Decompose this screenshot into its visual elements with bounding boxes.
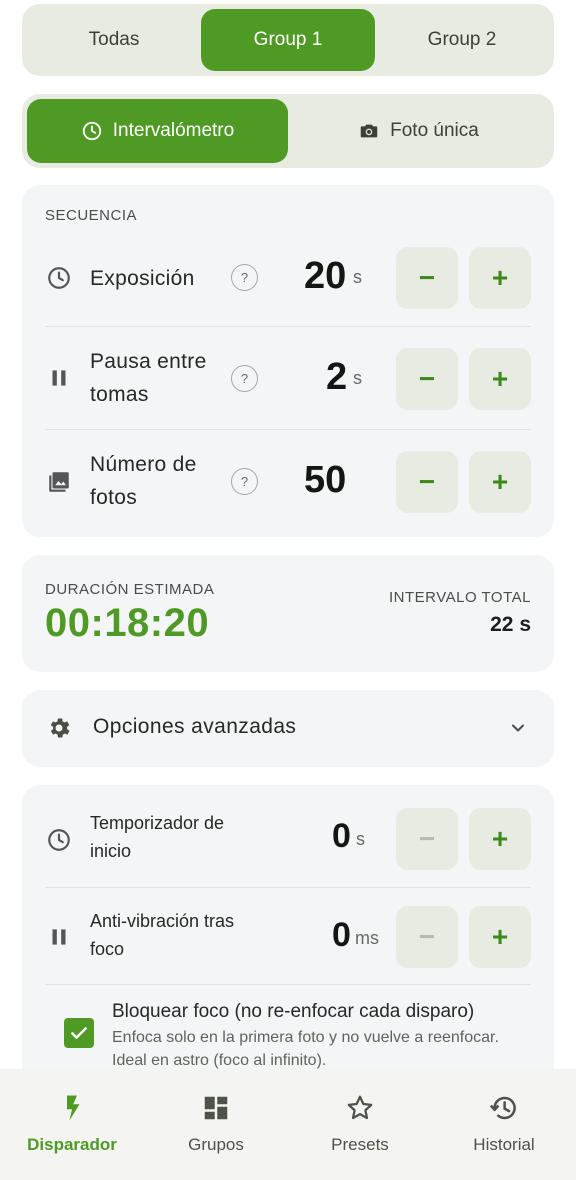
photo-count-row: Número de fotos ? 50 − + (22, 448, 554, 528)
tab-label: Group 1 (253, 29, 323, 50)
clock-icon (82, 121, 101, 141)
divider (45, 887, 531, 888)
tab-intervalometro[interactable]: Intervalómetro (27, 99, 288, 163)
duration-value: 00:18:20 (45, 601, 210, 645)
help-icon[interactable]: ? (231, 365, 258, 392)
history-icon (489, 1096, 516, 1120)
start-timer-value: 0 (332, 817, 351, 855)
help-icon[interactable]: ? (231, 264, 258, 291)
anti-vibration-increment-button[interactable]: + (469, 906, 531, 968)
tab-label: Intervalómetro (112, 120, 235, 141)
tab-label: Group 2 (427, 29, 497, 50)
start-timer-increment-button[interactable]: + (469, 808, 531, 870)
tab-foto-unica[interactable]: Foto única (288, 99, 549, 163)
advanced-options-label: Opciones avanzadas (93, 715, 297, 738)
lock-focus-title: Bloquear foco (no re-enfocar cada dispar… (112, 1001, 475, 1022)
interval-label: INTERVALO TOTAL (389, 589, 531, 606)
clock-icon (48, 829, 70, 851)
section-title: SECUENCIA (45, 207, 138, 224)
nav-label: Historial (473, 1135, 535, 1154)
chevron-down-icon (512, 724, 524, 732)
pause-icon (52, 929, 66, 945)
sequence-card: SECUENCIA Exposición ? 20 s − + Pausa en… (22, 185, 554, 537)
start-timer-row: Temporizador de inicio 0 s − + (22, 807, 554, 871)
advanced-options-card: Temporizador de inicio 0 s − + Anti-vibr… (22, 785, 554, 1085)
lock-focus-checkbox[interactable] (64, 1018, 94, 1048)
nav-disparador[interactable]: Disparador (0, 1069, 144, 1180)
tab-todas[interactable]: Todas (27, 9, 201, 71)
exposure-decrement-button[interactable]: − (396, 247, 458, 309)
checkmark-icon (71, 1027, 87, 1039)
start-timer-unit: s (356, 829, 365, 849)
pause-value: 2 (326, 356, 348, 398)
pause-increment-button[interactable]: + (469, 348, 531, 410)
anti-vibration-label: Anti-vibración tras foco (90, 911, 235, 959)
photo-library-icon (49, 472, 69, 492)
exposure-label: Exposición (90, 267, 195, 290)
photo-count-increment-button[interactable]: + (469, 451, 531, 513)
exposure-row: Exposición ? 20 s − + (22, 245, 554, 325)
anti-vibration-decrement-button[interactable]: − (396, 906, 458, 968)
pause-icon (52, 370, 66, 386)
divider (45, 326, 531, 327)
pause-unit: s (353, 368, 362, 388)
nav-label: Presets (331, 1135, 389, 1154)
exposure-unit: s (353, 267, 362, 287)
anti-vibration-unit: ms (355, 928, 379, 948)
divider (45, 984, 531, 985)
start-timer-decrement-button[interactable]: − (396, 808, 458, 870)
nav-historial[interactable]: Historial (432, 1069, 576, 1180)
help-icon[interactable]: ? (231, 468, 258, 495)
tab-group-1[interactable]: Group 1 (201, 9, 375, 71)
exposure-value: 20 (304, 255, 347, 297)
photo-count-label: Número de fotos (90, 453, 197, 509)
star-icon (347, 1095, 373, 1120)
gear-icon (50, 718, 70, 738)
divider (45, 429, 531, 430)
group-tabs: Todas Group 1 Group 2 (22, 4, 554, 76)
pause-label: Pausa entre tomas (90, 350, 207, 406)
bolt-icon (67, 1095, 80, 1121)
nav-label: Grupos (188, 1135, 244, 1154)
nav-presets[interactable]: Presets (288, 1069, 432, 1180)
camera-icon (360, 124, 378, 138)
clock-icon (48, 267, 70, 289)
tab-group-2[interactable]: Group 2 (375, 9, 549, 71)
tab-label: Todas (88, 29, 140, 50)
bottom-nav: Disparador Grupos Presets Historial (0, 1069, 576, 1180)
pause-row: Pausa entre tomas ? 2 s − + (22, 345, 554, 425)
duration-label: DURACIÓN ESTIMADA (45, 581, 215, 598)
lock-focus-description: Enfoca solo en la primera foto y no vuel… (112, 1029, 499, 1069)
start-timer-label: Temporizador de inicio (90, 813, 225, 861)
dashboard-icon (204, 1096, 228, 1120)
mode-tabs: Intervalómetro Foto única (22, 94, 554, 168)
interval-value: 22 s (490, 613, 531, 636)
anti-vibration-row: Anti-vibración tras foco 0 ms − + (22, 905, 554, 969)
advanced-options-toggle[interactable]: Opciones avanzadas (22, 690, 554, 767)
photo-count-value: 50 (304, 459, 347, 501)
anti-vibration-value: 0 (332, 916, 351, 954)
nav-label: Disparador (27, 1135, 117, 1154)
duration-card: DURACIÓN ESTIMADA 00:18:20 INTERVALO TOT… (22, 555, 554, 672)
pause-decrement-button[interactable]: − (396, 348, 458, 410)
tab-label: Foto única (390, 120, 479, 141)
exposure-increment-button[interactable]: + (469, 247, 531, 309)
nav-grupos[interactable]: Grupos (144, 1069, 288, 1180)
photo-count-decrement-button[interactable]: − (396, 451, 458, 513)
